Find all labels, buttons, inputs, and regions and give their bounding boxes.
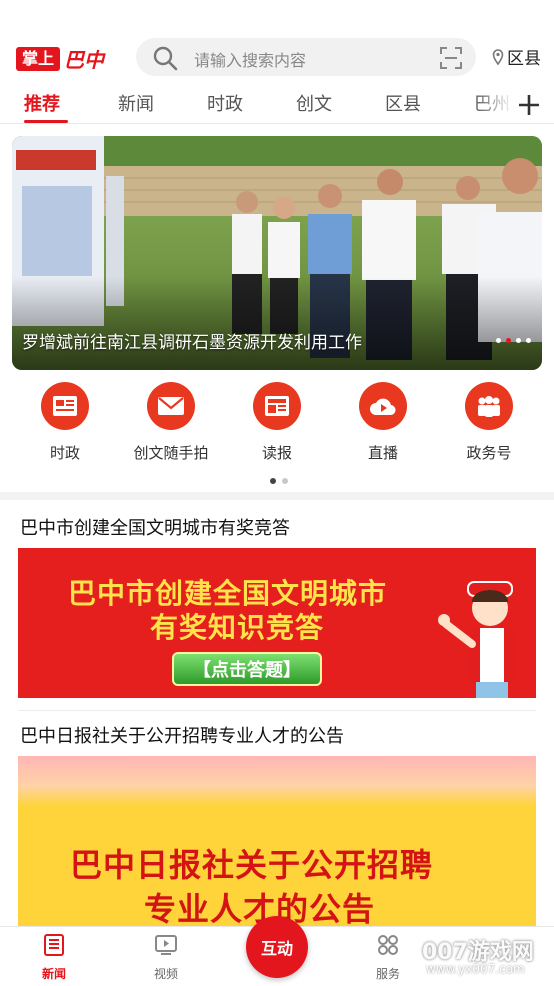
tab-active-indicator (24, 120, 68, 123)
quick-link-label: 读报 (261, 444, 292, 462)
quick-links: 时政 创文随手拍 读报 直播 政务号 (0, 382, 554, 466)
carousel-dot (496, 338, 501, 343)
location-label: 区县 (507, 49, 541, 69)
logo-box-text: 掌上 (16, 46, 61, 71)
tab-civilization[interactable]: 创文 (296, 90, 332, 116)
quick-links-pager (270, 478, 288, 484)
carousel-dot-active (506, 338, 511, 343)
nav-services[interactable]: 服务 (358, 933, 418, 982)
video-icon (155, 935, 177, 955)
newspaper-card-icon (41, 382, 89, 430)
scan-icon[interactable] (440, 47, 462, 69)
article-image-quiz[interactable]: 巴中市创建全国文明城市 有奖知识竞答 【点击答题】 (18, 548, 536, 698)
quick-link-gov-accounts[interactable]: 政务号 (434, 382, 544, 463)
nav-label: 服务 (375, 967, 400, 981)
article-title[interactable]: 巴中市创建全国文明城市有奖竞答 (20, 514, 290, 540)
cloud-play-icon (359, 382, 407, 430)
envelope-icon (147, 382, 195, 430)
tab-districts[interactable]: 区县 (385, 90, 421, 116)
search-icon (153, 46, 178, 71)
people-icon (465, 382, 513, 430)
nav-label: 新闻 (41, 967, 66, 981)
quick-link-label: 时政 (49, 444, 80, 462)
news-banner[interactable]: 罗增斌前往南江县调研石墨资源开发利用工作 (12, 136, 542, 370)
quick-link-label: 直播 (367, 444, 398, 462)
article-divider (18, 710, 536, 711)
pager-dot-active (270, 478, 276, 484)
ad-headline: 巴中日报社关于公开招聘 (70, 846, 434, 884)
nav-video[interactable]: 视频 (136, 933, 196, 982)
logo-script-text: 巴中 (64, 48, 105, 72)
tabs-fade (474, 86, 514, 122)
newspaper-icon (253, 382, 301, 430)
app-header: 掌上 巴中 请输入搜索内容 区县 (0, 30, 554, 82)
article-image-recruitment[interactable]: 巴中日报社关于公开招聘 专业人才的公告 (18, 756, 536, 926)
banner-caption: 罗增斌前往南江县调研石墨资源开发利用工作 (22, 333, 362, 353)
search-bar[interactable]: 请输入搜索内容 (136, 38, 476, 76)
quick-link-snapshot[interactable]: 创文随手拍 (116, 382, 226, 463)
tab-news[interactable]: 新闻 (118, 90, 154, 116)
answer-button[interactable]: 【点击答题】 (172, 652, 322, 686)
carousel-dot (526, 338, 531, 343)
nav-label: 视频 (153, 967, 178, 981)
pager-dot (282, 478, 288, 484)
quick-link-read-paper[interactable]: 读报 (222, 382, 332, 463)
location-pin-icon (492, 48, 504, 65)
category-tabs: 推荐 新闻 时政 创文 区县 巴州 (0, 86, 554, 124)
interact-button[interactable]: 互动 (246, 916, 308, 978)
nav-news[interactable]: 新闻 (24, 933, 84, 982)
section-separator (0, 492, 554, 500)
tab-recommend[interactable]: 推荐 (24, 90, 60, 116)
watermark-url: www.yx007.com (426, 962, 525, 976)
banner-carousel-dots (496, 338, 531, 343)
location-selector[interactable]: 区县 (492, 44, 541, 69)
quick-link-label: 创文随手拍 (133, 444, 209, 462)
article-title[interactable]: 巴中日报社关于公开招聘专业人才的公告 (20, 722, 344, 748)
ad-subheadline: 专业人才的公告 (144, 890, 376, 926)
plus-icon[interactable] (516, 92, 542, 118)
volunteer-illustration (438, 581, 514, 698)
news-icon (44, 934, 64, 956)
app-logo: 掌上 巴中 (16, 44, 104, 73)
grid-icon (378, 935, 398, 955)
quick-link-politics[interactable]: 时政 (10, 382, 120, 463)
quick-link-live[interactable]: 直播 (328, 382, 438, 463)
tab-politics[interactable]: 时政 (207, 90, 243, 116)
search-placeholder: 请输入搜索内容 (194, 51, 307, 70)
quick-link-label: 政务号 (466, 444, 512, 462)
ad-subheadline: 有奖知识竞答 (150, 611, 325, 644)
carousel-dot (516, 338, 521, 343)
